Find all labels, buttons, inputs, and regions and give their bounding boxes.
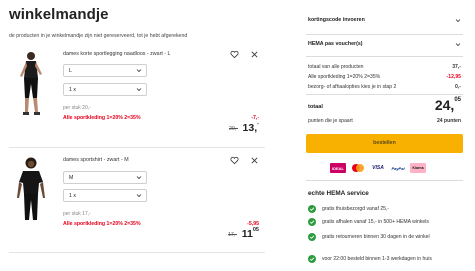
page-subtitle: de producten in je winkelmandje zijn nie… — [9, 33, 188, 39]
summary-divider — [306, 34, 463, 35]
chevron-down-icon — [455, 43, 461, 47]
total-cents: 05 — [454, 97, 461, 103]
close-icon[interactable] — [250, 50, 259, 59]
product-image[interactable] — [9, 48, 54, 120]
size-select[interactable]: L — [63, 64, 147, 77]
total-main: 24, — [434, 97, 455, 113]
check-icon — [308, 255, 316, 263]
check-icon — [308, 233, 316, 241]
old-price: 17,- — [228, 232, 237, 238]
price-per-piece: per stuk 20,- — [63, 105, 91, 111]
product-image[interactable] — [9, 154, 54, 226]
new-price-cents: 05 — [252, 227, 259, 233]
summary-row-value: 0,- — [455, 84, 461, 90]
quantity-select[interactable]: 1 x — [63, 83, 147, 96]
new-price-cents: - — [257, 121, 259, 127]
price-per-piece: per stuk 17,- — [63, 211, 91, 217]
paypal-icon: PayPal — [391, 165, 405, 171]
summary-row-label: Alle sportkleding 1=20% 2=35% — [308, 74, 381, 80]
service-item-text: gratis thuisbezorgd vanaf 25,- — [322, 206, 390, 212]
item-divider — [9, 147, 265, 148]
chevron-down-icon — [455, 19, 461, 23]
summary-row: Alle sportkleding 1=20% 2=35% -12,95 — [308, 74, 461, 80]
service-title: echte HEMA service — [308, 190, 369, 197]
new-price: 13,- — [242, 121, 259, 134]
summary-row-label: bezorg- of afhaalopties kies je in stap … — [308, 84, 397, 90]
cart-item: dames korte sportlegging naadloos - zwar… — [9, 48, 265, 143]
summary-row: bezorg- of afhaalopties kies je in stap … — [308, 84, 461, 90]
ideal-icon: iDEAL — [330, 163, 346, 173]
payment-methods: iDEAL VISA PayPal Klarna — [330, 163, 426, 173]
summary-divider — [306, 56, 463, 57]
page-title: winkelmandje — [9, 6, 109, 23]
cart-item: dames sportshirt - zwart - M M 1 x per s… — [9, 154, 265, 249]
promo-label: Alle sportkleding 1=20% 2=35% — [63, 115, 141, 121]
checkout-button[interactable]: bestellen — [306, 134, 463, 153]
quantity-select-value: 1 x — [69, 193, 76, 199]
heart-icon[interactable] — [230, 156, 239, 165]
total-label: totaal — [308, 104, 323, 110]
summary-row-value: 37,- — [452, 64, 461, 70]
close-icon[interactable] — [250, 156, 259, 165]
new-price-main: 11 — [241, 228, 253, 240]
product-name[interactable]: dames korte sportlegging naadloos - zwar… — [63, 51, 170, 57]
quantity-select[interactable]: 1 x — [63, 189, 147, 202]
order-summary: kortingscode invoeren HEMA pas voucher(s… — [306, 0, 463, 271]
size-select[interactable]: M — [63, 171, 147, 184]
visa-icon: VISA — [372, 165, 384, 171]
product-name[interactable]: dames sportshirt - zwart - M — [63, 157, 129, 163]
chevron-down-icon — [136, 88, 142, 92]
mastercard-icon — [350, 163, 366, 173]
heart-icon[interactable] — [230, 50, 239, 59]
summary-divider — [306, 180, 463, 181]
summary-row: totaal van alle producten 37,- — [308, 64, 461, 70]
klarna-icon: Klarna — [410, 163, 426, 173]
chevron-down-icon — [136, 194, 142, 198]
summary-divider — [306, 94, 463, 95]
service-item-text: gratis afhalen vanaf 15,- in 500+ HEMA w… — [322, 219, 429, 225]
chevron-down-icon — [136, 176, 142, 180]
old-price: 20,- — [229, 126, 238, 132]
size-select-value: L — [69, 68, 72, 74]
check-icon — [308, 218, 316, 226]
new-price: 1105 — [241, 227, 259, 240]
service-item-text: voor 22:00 besteld binnen 1-3 werkdagen … — [322, 256, 432, 262]
summary-row-value: -12,95 — [446, 74, 461, 80]
check-icon — [308, 205, 316, 213]
points-label: punten die je spaart — [308, 118, 353, 124]
item-divider — [9, 252, 265, 253]
service-item-text: gratis retourneren binnen 30 dagen in de… — [322, 234, 430, 240]
quantity-select-value: 1 x — [69, 87, 76, 93]
discount-code-label: kortingscode invoeren — [308, 17, 365, 23]
total-value: 24,05 — [435, 97, 461, 113]
summary-row-label: totaal van alle producten — [308, 64, 364, 70]
discount-code-toggle[interactable]: kortingscode invoeren — [306, 14, 463, 27]
voucher-toggle[interactable]: HEMA pas voucher(s) — [306, 38, 463, 51]
size-select-value: M — [69, 175, 74, 181]
points-value: 24 punten — [436, 118, 461, 124]
promo-label: Alle sportkleding 1=20% 2=35% — [63, 221, 141, 227]
chevron-down-icon — [136, 69, 142, 73]
voucher-label: HEMA pas voucher(s) — [308, 41, 363, 47]
new-price-main: 13, — [242, 122, 258, 134]
